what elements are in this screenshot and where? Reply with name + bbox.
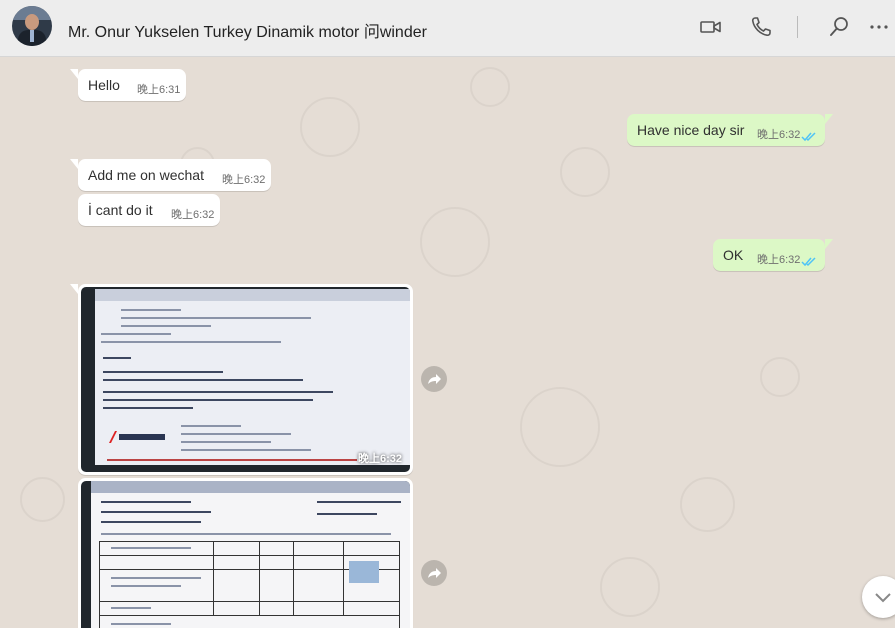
message-list[interactable]: Hello 晚上6:31 Have nice day sir 晚上6:32 Ad… [0, 57, 895, 628]
incoming-image-message[interactable]: 晚上6:32 [70, 284, 413, 475]
message-time: 晚上6:31 [137, 84, 181, 96]
message-time: 晚上6:32 [222, 174, 266, 186]
dinamik-logo [107, 429, 167, 445]
read-receipt-icon [801, 132, 816, 142]
message-text: OK [723, 247, 744, 263]
contact-avatar[interactable] [12, 6, 52, 46]
email-screenshot-photo[interactable]: 晚上6:32 [81, 287, 410, 472]
incoming-message[interactable]: Add me on wechat 晚上6:32 [70, 159, 271, 191]
outgoing-message[interactable]: Have nice day sir 晚上6:32 [627, 114, 833, 146]
voice-call-icon[interactable] [748, 14, 774, 40]
video-call-icon[interactable] [698, 14, 724, 40]
bubble-tail [825, 239, 833, 249]
incoming-message[interactable]: İ cant do it 晚上6:32 [78, 194, 220, 226]
header-divider [797, 16, 798, 38]
forward-icon[interactable] [421, 366, 447, 392]
bubble-tail [70, 159, 78, 169]
forward-icon[interactable] [421, 560, 447, 586]
message-time: 晚上6:32 [757, 254, 801, 266]
message-time: 晚上6:32 [171, 209, 215, 221]
bubble-tail [825, 114, 833, 124]
search-icon[interactable] [826, 14, 852, 40]
bubble-tail [70, 69, 78, 79]
message-text: Add me on wechat [88, 167, 204, 183]
message-time: 晚上6:32 [757, 129, 801, 141]
read-receipt-icon [801, 257, 816, 267]
message-text: İ cant do it [88, 202, 153, 218]
message-text: Hello [88, 77, 120, 93]
outgoing-message[interactable]: OK 晚上6:32 [713, 239, 833, 271]
chat-header: Mr. Onur Yukselen Turkey Dinamik motor 问… [0, 0, 895, 57]
contact-name[interactable]: Mr. Onur Yukselen Turkey Dinamik motor 问… [68, 18, 427, 42]
incoming-message[interactable]: Hello 晚上6:31 [70, 69, 186, 101]
message-time: 晚上6:32 [357, 453, 402, 465]
invoice-screenshot-photo[interactable] [81, 481, 410, 628]
more-options-icon[interactable] [866, 14, 892, 40]
incoming-image-message[interactable] [78, 478, 413, 628]
message-text: Have nice day sir [637, 122, 745, 138]
bubble-tail [70, 284, 78, 294]
scroll-down-icon [875, 593, 891, 603]
